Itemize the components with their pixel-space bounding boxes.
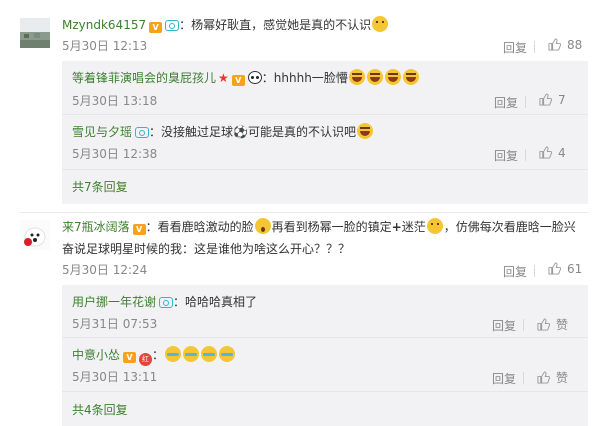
- crying-emoji-icon: [183, 346, 200, 362]
- thumbs-up-icon: [537, 318, 550, 331]
- reply-body: 等着锋菲演唱会的臭屁孩儿 ★ V ：hhhhh一脸懵: [72, 69, 420, 87]
- reply-thread: 用户挪一年花谢 ：哈哈哈真相了 5月31日 07:53 回复 赞 中意小怂 V 红： …: [62, 285, 588, 426]
- like-button[interactable]: 赞: [537, 316, 568, 333]
- crying-emoji-icon: [201, 346, 218, 362]
- vip-badge-icon: V: [231, 75, 245, 86]
- divider: [62, 391, 588, 392]
- like-label: 赞: [556, 318, 569, 332]
- comment-text: 奋说足球明星时候的我：这是谁他为啥这么开心？？？: [62, 242, 351, 256]
- like-button[interactable]: 赞: [537, 369, 568, 386]
- thumbs-up-icon: [548, 38, 561, 51]
- comment-text: ，仿佛每次看鹿晗一脸兴: [443, 220, 576, 234]
- timestamp: 5月31日 07:53: [72, 317, 158, 331]
- more-replies-link[interactable]: 共4条回复: [72, 401, 128, 419]
- like-button[interactable]: 61: [548, 262, 582, 276]
- reply-button[interactable]: 回复: [494, 94, 518, 111]
- red-badge-icon: 红: [139, 353, 153, 366]
- divider: [523, 319, 524, 331]
- reply-body: 中意小怂 V 红：: [72, 346, 236, 366]
- timestamp: 5月30日 12:38: [72, 147, 158, 161]
- timestamp: 5月30日 13:18: [72, 94, 158, 108]
- vip-badge-icon: V: [123, 352, 137, 363]
- crying-emoji-icon: [165, 346, 182, 362]
- divider: [62, 169, 588, 170]
- comment-text: ：看看鹿晗激动的脸: [145, 220, 254, 234]
- reply-button[interactable]: 回复: [503, 263, 527, 280]
- comment-text: 再看到杨幂一脸的镇定: [271, 220, 392, 234]
- star-icon: ★: [218, 71, 229, 85]
- camera-badge-icon: [159, 297, 174, 308]
- reply-button[interactable]: 回复: [503, 39, 527, 56]
- divider: [525, 96, 526, 108]
- more-replies-link[interactable]: 共7条回复: [72, 178, 128, 196]
- vip-badge-icon: V: [132, 224, 146, 235]
- thumbs-up-icon: [548, 262, 561, 275]
- divider: [525, 149, 526, 161]
- username-link[interactable]: 等着锋菲演唱会的臭屁孩儿: [72, 71, 216, 85]
- laugh-emoji-icon: [402, 69, 419, 85]
- reply-body: 用户挪一年花谢 ：哈哈哈真相了: [72, 293, 257, 311]
- like-button[interactable]: 4: [539, 146, 566, 160]
- soccer-ball-icon: ⚽: [233, 125, 248, 139]
- thumbs-up-icon: [539, 93, 552, 106]
- reply-button[interactable]: 回复: [492, 370, 516, 387]
- reply-text: ：hhhhh一脸懵: [261, 71, 348, 85]
- divider: [62, 114, 588, 115]
- like-button[interactable]: 7: [539, 93, 566, 107]
- username-link[interactable]: 来7瓶冰阔落: [62, 220, 130, 234]
- comment-text: ：杨幂好耿直，感觉她是真的不认识: [179, 18, 372, 32]
- timestamp: 5月30日 12:24: [62, 263, 148, 277]
- shocked-emoji-icon: [254, 218, 271, 234]
- like-count: 7: [558, 93, 566, 107]
- reply-text: ：哈哈哈真相了: [173, 295, 258, 309]
- like-count: 61: [567, 262, 583, 276]
- camera-badge-icon: [135, 127, 150, 138]
- timestamp: 5月30日 12:13: [62, 39, 148, 53]
- divider: [534, 41, 535, 53]
- confused-emoji-icon: [426, 218, 443, 234]
- reply-text: ：: [152, 348, 165, 362]
- username-link[interactable]: 雪见与夕瑶: [72, 125, 132, 139]
- panda-icon: [247, 71, 262, 84]
- username-link[interactable]: 用户挪一年花谢: [72, 295, 156, 309]
- divider: [523, 372, 524, 384]
- avatar[interactable]: [20, 220, 50, 250]
- comment-text: 迷茫: [401, 220, 426, 234]
- reply-thread: 等着锋菲演唱会的臭屁孩儿 ★ V ：hhhhh一脸懵 5月30日 13:18 回复 7…: [62, 61, 588, 204]
- reply-button[interactable]: 回复: [494, 147, 518, 164]
- reply-text: 可能是真的不认识吧: [247, 125, 356, 139]
- thumbs-up-icon: [537, 371, 550, 384]
- timestamp: 5月30日 13:11: [72, 370, 158, 384]
- laugh-emoji-icon: [348, 69, 365, 85]
- reply-button[interactable]: 回复: [492, 317, 516, 334]
- like-count: 4: [558, 146, 566, 160]
- like-count: 88: [567, 38, 583, 52]
- thumbs-up-icon: [539, 146, 552, 159]
- camera-badge-icon: [165, 20, 180, 31]
- avatar[interactable]: [20, 18, 50, 48]
- divider: [534, 265, 535, 277]
- username-link[interactable]: Mzyndk64157: [62, 18, 146, 32]
- divider: [20, 212, 588, 213]
- like-label: 赞: [556, 371, 569, 385]
- reply-body: 雪见与夕瑶 ：没接触过足球⚽可能是真的不认识吧: [72, 123, 374, 141]
- laugh-emoji-icon: [366, 69, 383, 85]
- crying-emoji-icon: [219, 346, 236, 362]
- plus-icon: +: [391, 220, 402, 234]
- thinking-emoji-icon: [372, 16, 389, 32]
- comment-body-continued: 奋说足球明星时候的我：这是谁他为啥这么开心？？？: [62, 240, 350, 258]
- divider: [62, 337, 588, 338]
- like-button[interactable]: 88: [548, 38, 582, 52]
- reply-text: ：没接触过足球: [149, 125, 234, 139]
- laugh-emoji-icon: [357, 123, 373, 139]
- comment-body: 来7瓶冰阔落 V ：看看鹿晗激动的脸 再看到杨幂一脸的镇定+迷茫 ，仿佛每次看鹿晗一脸兴: [62, 218, 576, 236]
- vip-badge-icon: V: [149, 22, 163, 33]
- username-link[interactable]: 中意小怂: [72, 348, 120, 362]
- laugh-emoji-icon: [384, 69, 401, 85]
- comment-body: Mzyndk64157 V ：杨幂好耿直，感觉她是真的不认识: [62, 16, 389, 34]
